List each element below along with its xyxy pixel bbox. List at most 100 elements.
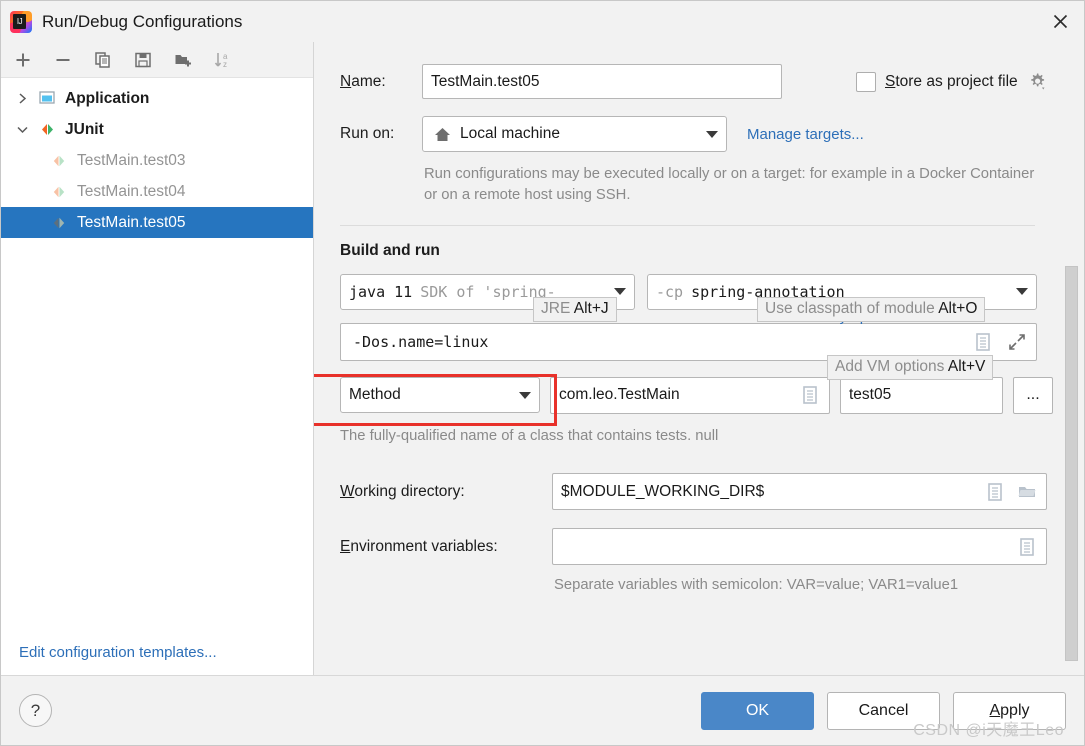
- title-bar: Run/Debug Configurations: [1, 1, 1084, 42]
- store-as-project-file-group: Store as project file: [856, 71, 1049, 93]
- insert-macro-icon[interactable]: [984, 481, 1006, 503]
- jre-hint-key: Alt+J: [573, 300, 609, 317]
- browse-method-button[interactable]: ...: [1013, 376, 1053, 414]
- tree-group-label: Application: [65, 89, 150, 107]
- copy-configuration-icon[interactable]: [91, 48, 115, 72]
- classpath-hint-key: Alt+O: [938, 300, 978, 317]
- vm-options-hint-key: Alt+V: [947, 358, 986, 375]
- intellij-idea-logo-icon: [10, 10, 32, 33]
- build-and-run-title: Build and run: [340, 241, 440, 259]
- sort-alphabetically-icon[interactable]: a z: [211, 48, 235, 72]
- test-class-input[interactable]: com.leo.TestMain: [550, 376, 830, 414]
- jre-value-strong: java 11: [349, 282, 413, 301]
- environment-variables-row: Environment variables:: [340, 528, 1058, 566]
- name-row: Name: TestMain.test05 Store as project f…: [340, 64, 1058, 99]
- chevron-down-icon: [614, 288, 626, 296]
- browse-folder-icon[interactable]: [1016, 481, 1038, 503]
- test-class-value: com.leo.TestMain: [559, 386, 680, 404]
- tree-item-testmain-test03[interactable]: TestMain.test03: [1, 145, 313, 176]
- name-label: Name:: [340, 72, 386, 90]
- configurations-sidebar: a z Application JUnit TestMain.test03 Te…: [1, 42, 314, 675]
- test-kind-value: Method: [349, 386, 401, 404]
- manage-targets-link[interactable]: Manage targets...: [747, 126, 864, 143]
- configuration-editor-pane: Name: TestMain.test05 Store as project f…: [314, 42, 1084, 675]
- expand-chevron-right-icon[interactable]: [9, 92, 35, 105]
- tree-group-junit[interactable]: JUnit: [1, 114, 313, 145]
- run-debug-configurations-dialog: Run/Debug Configurations: [0, 0, 1085, 746]
- jre-hint-text: JRE: [541, 300, 574, 317]
- name-input-value: TestMain.test05: [431, 72, 540, 90]
- edit-configuration-templates-link[interactable]: Edit configuration templates...: [1, 629, 313, 675]
- vm-options-value: -Dos.name=linux: [353, 332, 489, 351]
- dialog-footer: ? OK Cancel Apply CSDN @i天魔王Leo: [1, 675, 1084, 745]
- editor-scrollbar[interactable]: [1065, 266, 1078, 661]
- expand-editor-icon[interactable]: [1006, 331, 1028, 353]
- footer-buttons: OK Cancel Apply: [701, 691, 1066, 730]
- configurations-tree: Application JUnit TestMain.test03 TestMa…: [1, 78, 313, 629]
- scrollbar-thumb[interactable]: [1065, 266, 1078, 661]
- gear-dropdown-icon[interactable]: [1027, 71, 1049, 93]
- move-to-folder-icon[interactable]: [171, 48, 195, 72]
- test-class-hint: The fully-qualified name of a class that…: [340, 427, 719, 444]
- test-kind-dropdown[interactable]: Method: [340, 377, 540, 414]
- classpath-hint-tooltip: Use classpath of module Alt+O: [757, 297, 986, 322]
- section-divider: [340, 224, 1035, 226]
- vm-options-hint-tooltip: Add VM options Alt+V: [827, 355, 994, 380]
- tree-item-label: TestMain.test04: [77, 182, 186, 200]
- environment-variables-input[interactable]: [552, 528, 1047, 566]
- close-icon[interactable]: [1036, 1, 1084, 41]
- tree-item-label: TestMain.test03: [77, 151, 186, 169]
- tree-item-label: TestMain.test05: [77, 213, 186, 231]
- dialog-body: a z Application JUnit TestMain.test03 Te…: [1, 42, 1084, 675]
- run-on-label: Run on:: [340, 125, 395, 142]
- close-glyph: [1053, 14, 1067, 28]
- collapse-chevron-down-icon[interactable]: [9, 123, 35, 136]
- test-method-input[interactable]: test05: [840, 376, 1003, 414]
- run-on-row: Run on: Local machine Manage targets...: [340, 116, 1058, 152]
- tree-group-label: JUnit: [65, 120, 104, 138]
- classpath-hint-text: Use classpath of module: [765, 300, 939, 317]
- application-icon: [35, 89, 59, 108]
- remove-configuration-icon[interactable]: [51, 48, 75, 72]
- classpath-prefix: -cp: [656, 282, 684, 301]
- run-on-value: Local machine: [460, 125, 560, 142]
- chevron-down-icon: [1016, 288, 1028, 296]
- junit-run-icon: [47, 214, 71, 232]
- tree-group-application[interactable]: Application: [1, 83, 313, 114]
- store-as-project-file-label: Store as project file: [885, 72, 1018, 90]
- save-configuration-icon[interactable]: [131, 48, 155, 72]
- jre-hint-tooltip: JRE Alt+J: [533, 297, 617, 322]
- name-input[interactable]: TestMain.test05: [422, 64, 782, 99]
- cancel-button[interactable]: Cancel: [827, 691, 940, 730]
- junit-icon: [35, 120, 59, 139]
- working-directory-row: Working directory: $MODULE_WORKING_DIR$: [340, 473, 1058, 511]
- store-as-project-file-checkbox[interactable]: [856, 71, 876, 92]
- sidebar-toolbar: a z: [1, 42, 313, 78]
- working-directory-label: Working directory:: [340, 482, 465, 500]
- insert-macro-icon[interactable]: [1016, 536, 1038, 558]
- environment-variables-hint: Separate variables with semicolon: VAR=v…: [554, 577, 959, 594]
- tree-item-testmain-test04[interactable]: TestMain.test04: [1, 176, 313, 207]
- run-on-dropdown[interactable]: Local machine: [422, 116, 727, 152]
- svg-text:z: z: [223, 60, 227, 69]
- window-title: Run/Debug Configurations: [42, 11, 243, 31]
- apply-button[interactable]: Apply: [953, 691, 1066, 730]
- home-icon: [431, 123, 453, 145]
- browse-class-icon[interactable]: [799, 384, 821, 406]
- test-kind-row: Method com.leo.TestMain test05 ...: [340, 376, 1058, 414]
- ok-button[interactable]: OK: [701, 691, 814, 730]
- help-button[interactable]: ?: [19, 694, 52, 727]
- insert-macro-icon[interactable]: [972, 331, 994, 353]
- working-directory-input[interactable]: $MODULE_WORKING_DIR$: [552, 473, 1047, 511]
- junit-run-icon: [47, 183, 71, 201]
- add-configuration-icon[interactable]: [11, 48, 35, 72]
- tree-item-testmain-test05[interactable]: TestMain.test05: [1, 207, 313, 238]
- run-on-description: Run configurations may be executed local…: [424, 166, 1035, 204]
- chevron-down-icon: [706, 130, 718, 138]
- chevron-down-icon: [519, 391, 531, 399]
- junit-run-icon: [47, 152, 71, 170]
- working-directory-value: $MODULE_WORKING_DIR$: [561, 482, 765, 500]
- test-method-value: test05: [849, 386, 892, 404]
- environment-variables-label: Environment variables:: [340, 537, 498, 555]
- vm-options-hint-text: Add VM options: [835, 358, 948, 375]
